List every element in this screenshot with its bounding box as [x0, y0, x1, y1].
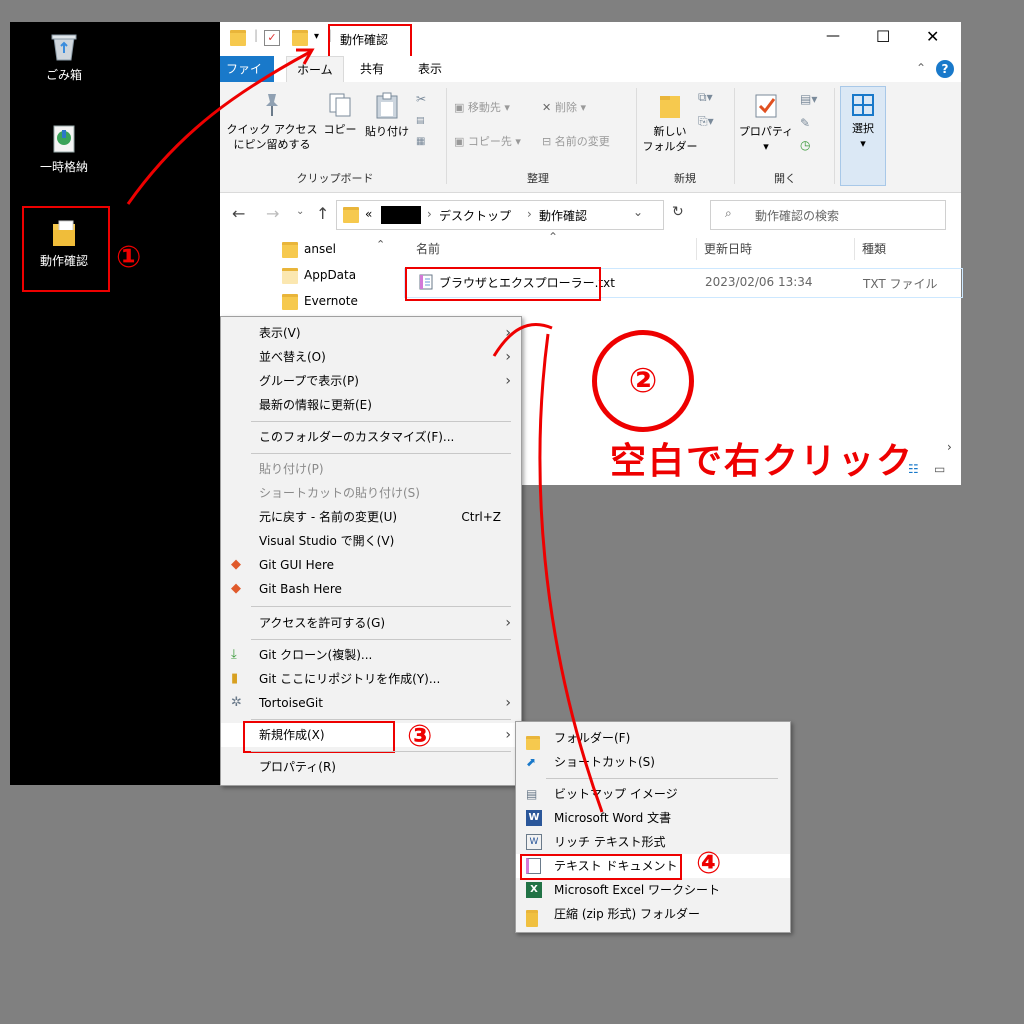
arrow-submenu-to-blank	[538, 333, 604, 813]
annotation-arrows	[126, 48, 604, 813]
arrowhead-blank	[492, 323, 553, 357]
arrow-desktop-to-title	[126, 50, 311, 205]
